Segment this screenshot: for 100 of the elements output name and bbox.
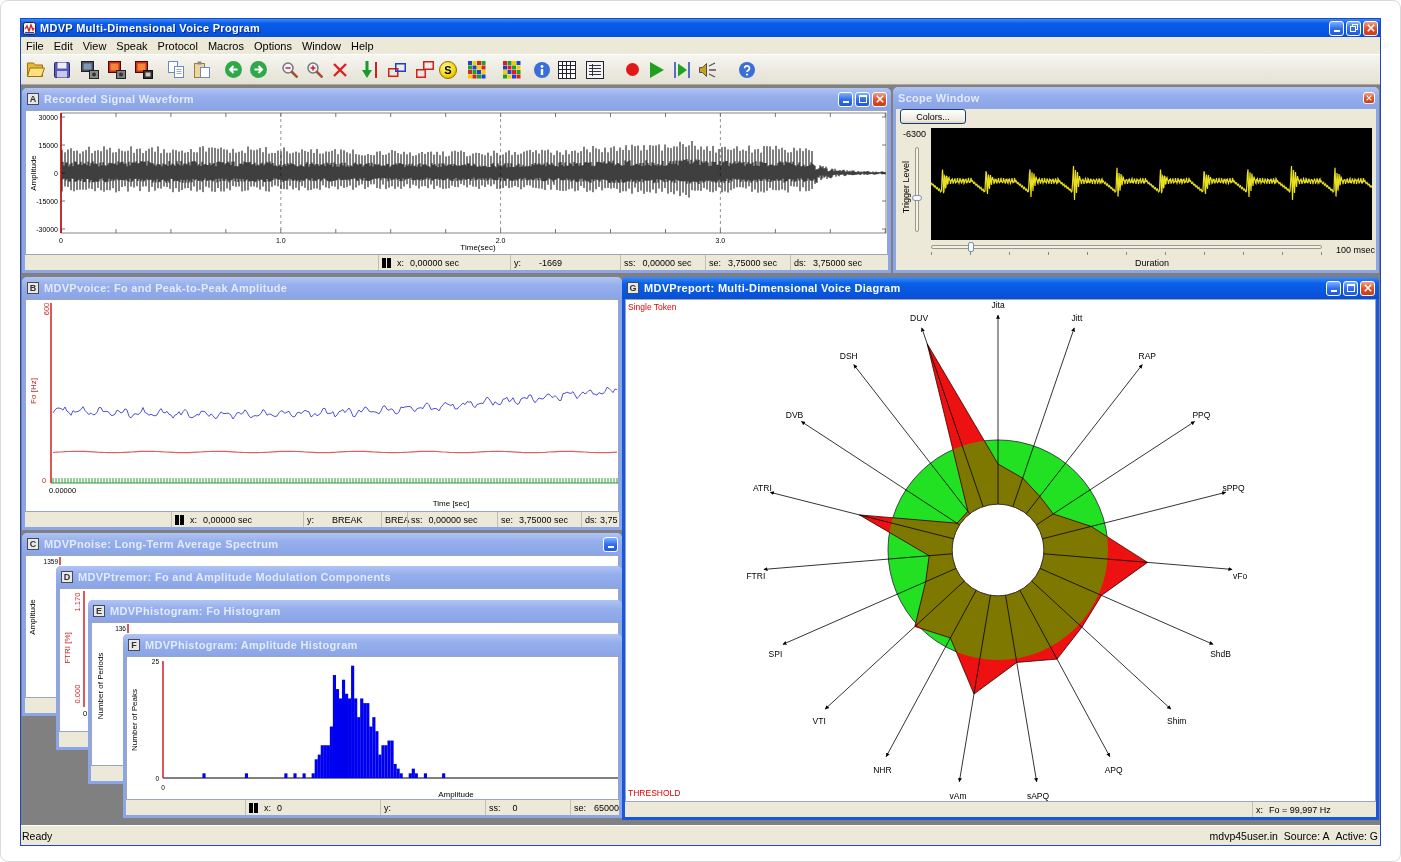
axis-label: Shim <box>1167 715 1187 726</box>
status-text: mdvp45user.in <box>1209 829 1278 842</box>
axis-label: PPQ <box>1192 410 1211 421</box>
minimize-icon <box>607 545 614 548</box>
delete-icon[interactable] <box>333 62 347 77</box>
axis-title: Time [sec] <box>432 498 470 508</box>
restore-button[interactable] <box>1346 20 1361 36</box>
maximize-button[interactable] <box>1343 280 1358 296</box>
save-icon[interactable] <box>54 61 70 78</box>
close-button[interactable] <box>872 91 887 107</box>
menu-item[interactable]: Window <box>301 39 342 52</box>
bar <box>387 740 391 778</box>
window-title: Recorded Signal Waveform <box>44 93 194 105</box>
bar <box>284 773 288 778</box>
monitor-icon[interactable] <box>81 60 99 79</box>
help-icon[interactable] <box>739 61 755 78</box>
slider-track[interactable] <box>931 245 1322 249</box>
speaker-icon[interactable] <box>698 61 716 78</box>
grid-icon[interactable] <box>468 60 486 79</box>
bar <box>384 745 388 778</box>
status-value: Fo = 99,997 Hz <box>1269 804 1331 815</box>
bar <box>332 675 336 778</box>
folder-icon[interactable] <box>27 62 45 77</box>
table-icon[interactable] <box>558 60 576 79</box>
record-icon[interactable] <box>625 63 639 76</box>
list-icon[interactable] <box>586 60 604 79</box>
axis-label: sPPQ <box>1222 483 1245 494</box>
close-button[interactable] <box>1363 92 1375 104</box>
rectangles-icon[interactable] <box>388 62 406 77</box>
legend-label: Single Token <box>628 302 677 312</box>
status-label: ss: <box>489 802 501 813</box>
clipboard-icon[interactable] <box>194 61 210 78</box>
status-label: y: <box>514 257 521 268</box>
bar <box>442 773 446 778</box>
slider-track[interactable] <box>915 147 919 232</box>
menu-item[interactable]: File <box>26 39 44 52</box>
status-label: y: <box>307 514 314 525</box>
minimize-button[interactable] <box>1326 280 1341 296</box>
slider-thumb[interactable] <box>967 242 974 252</box>
minimize-button[interactable] <box>838 91 853 107</box>
minimize-button[interactable] <box>603 536 618 552</box>
info-icon[interactable] <box>534 61 550 78</box>
toolbar-button[interactable]: S <box>439 60 457 79</box>
menu-item[interactable]: Protocol <box>157 39 198 52</box>
zoom-in-icon[interactable] <box>307 61 323 78</box>
axis-title: Number of Periods <box>95 652 105 720</box>
menu-item[interactable]: View <box>82 39 107 52</box>
status-value: 65000 <box>594 802 620 813</box>
slider-label: Duration <box>1135 257 1170 269</box>
bar <box>202 773 206 778</box>
window-title: MDVP Multi-Dimensional Voice Program <box>40 22 261 34</box>
close-button[interactable] <box>1363 20 1378 36</box>
window-icon[interactable] <box>108 60 126 79</box>
menu-item[interactable]: Edit <box>53 39 73 52</box>
axis-line <box>59 556 61 566</box>
forward-icon[interactable] <box>249 61 267 78</box>
axis-label: ATRI <box>753 483 772 494</box>
slider-thumb[interactable] <box>912 194 922 201</box>
status-label: ss: <box>411 514 423 525</box>
skip-icon[interactable] <box>674 61 690 78</box>
menu-item[interactable]: Options <box>254 39 292 52</box>
minimize-button[interactable] <box>1329 20 1344 36</box>
bar <box>408 773 412 778</box>
axis-label: DVB <box>785 410 804 421</box>
maximize-icon <box>858 95 867 103</box>
status-text: Source: A <box>1283 829 1330 842</box>
copy-icon[interactable] <box>168 61 184 78</box>
status-label: x: <box>1256 804 1263 815</box>
down-arrow-icon[interactable] <box>362 60 378 79</box>
status-value: -1669 <box>539 257 563 268</box>
play-icon[interactable] <box>650 61 664 78</box>
axis-line <box>127 623 129 634</box>
close-button[interactable] <box>1360 280 1375 296</box>
zoom-out-icon[interactable] <box>282 61 298 78</box>
window-icon[interactable] <box>135 60 153 79</box>
status-label: ds: <box>794 257 806 268</box>
colors-button[interactable]: Colors... <box>900 109 966 124</box>
status-value: 3,75 <box>600 514 618 525</box>
menu-item[interactable]: Help <box>351 39 374 52</box>
status-value: 3,75000 sec <box>519 514 569 525</box>
rectangles-icon[interactable] <box>416 61 434 78</box>
bar <box>390 740 394 778</box>
status-label: se: <box>709 257 721 268</box>
axis-title: Number of Peaks <box>129 689 139 751</box>
pause-icon <box>382 257 391 268</box>
axis-label: Jitt <box>1071 313 1083 324</box>
axis-label: DUV <box>910 313 929 324</box>
bar <box>396 768 400 778</box>
menu-item[interactable]: Speak <box>116 39 148 52</box>
grid-icon[interactable] <box>503 60 521 79</box>
bar <box>423 773 427 778</box>
minimize-icon <box>1333 29 1340 32</box>
close-icon <box>1366 24 1375 32</box>
window-letter: A <box>27 93 39 105</box>
slider-reading: -6300 <box>903 128 927 140</box>
bar <box>360 698 364 778</box>
back-icon[interactable] <box>224 61 242 78</box>
maximize-button[interactable] <box>855 91 870 107</box>
status-label: ss: <box>624 257 636 268</box>
menu-item[interactable]: Macros <box>207 39 244 52</box>
